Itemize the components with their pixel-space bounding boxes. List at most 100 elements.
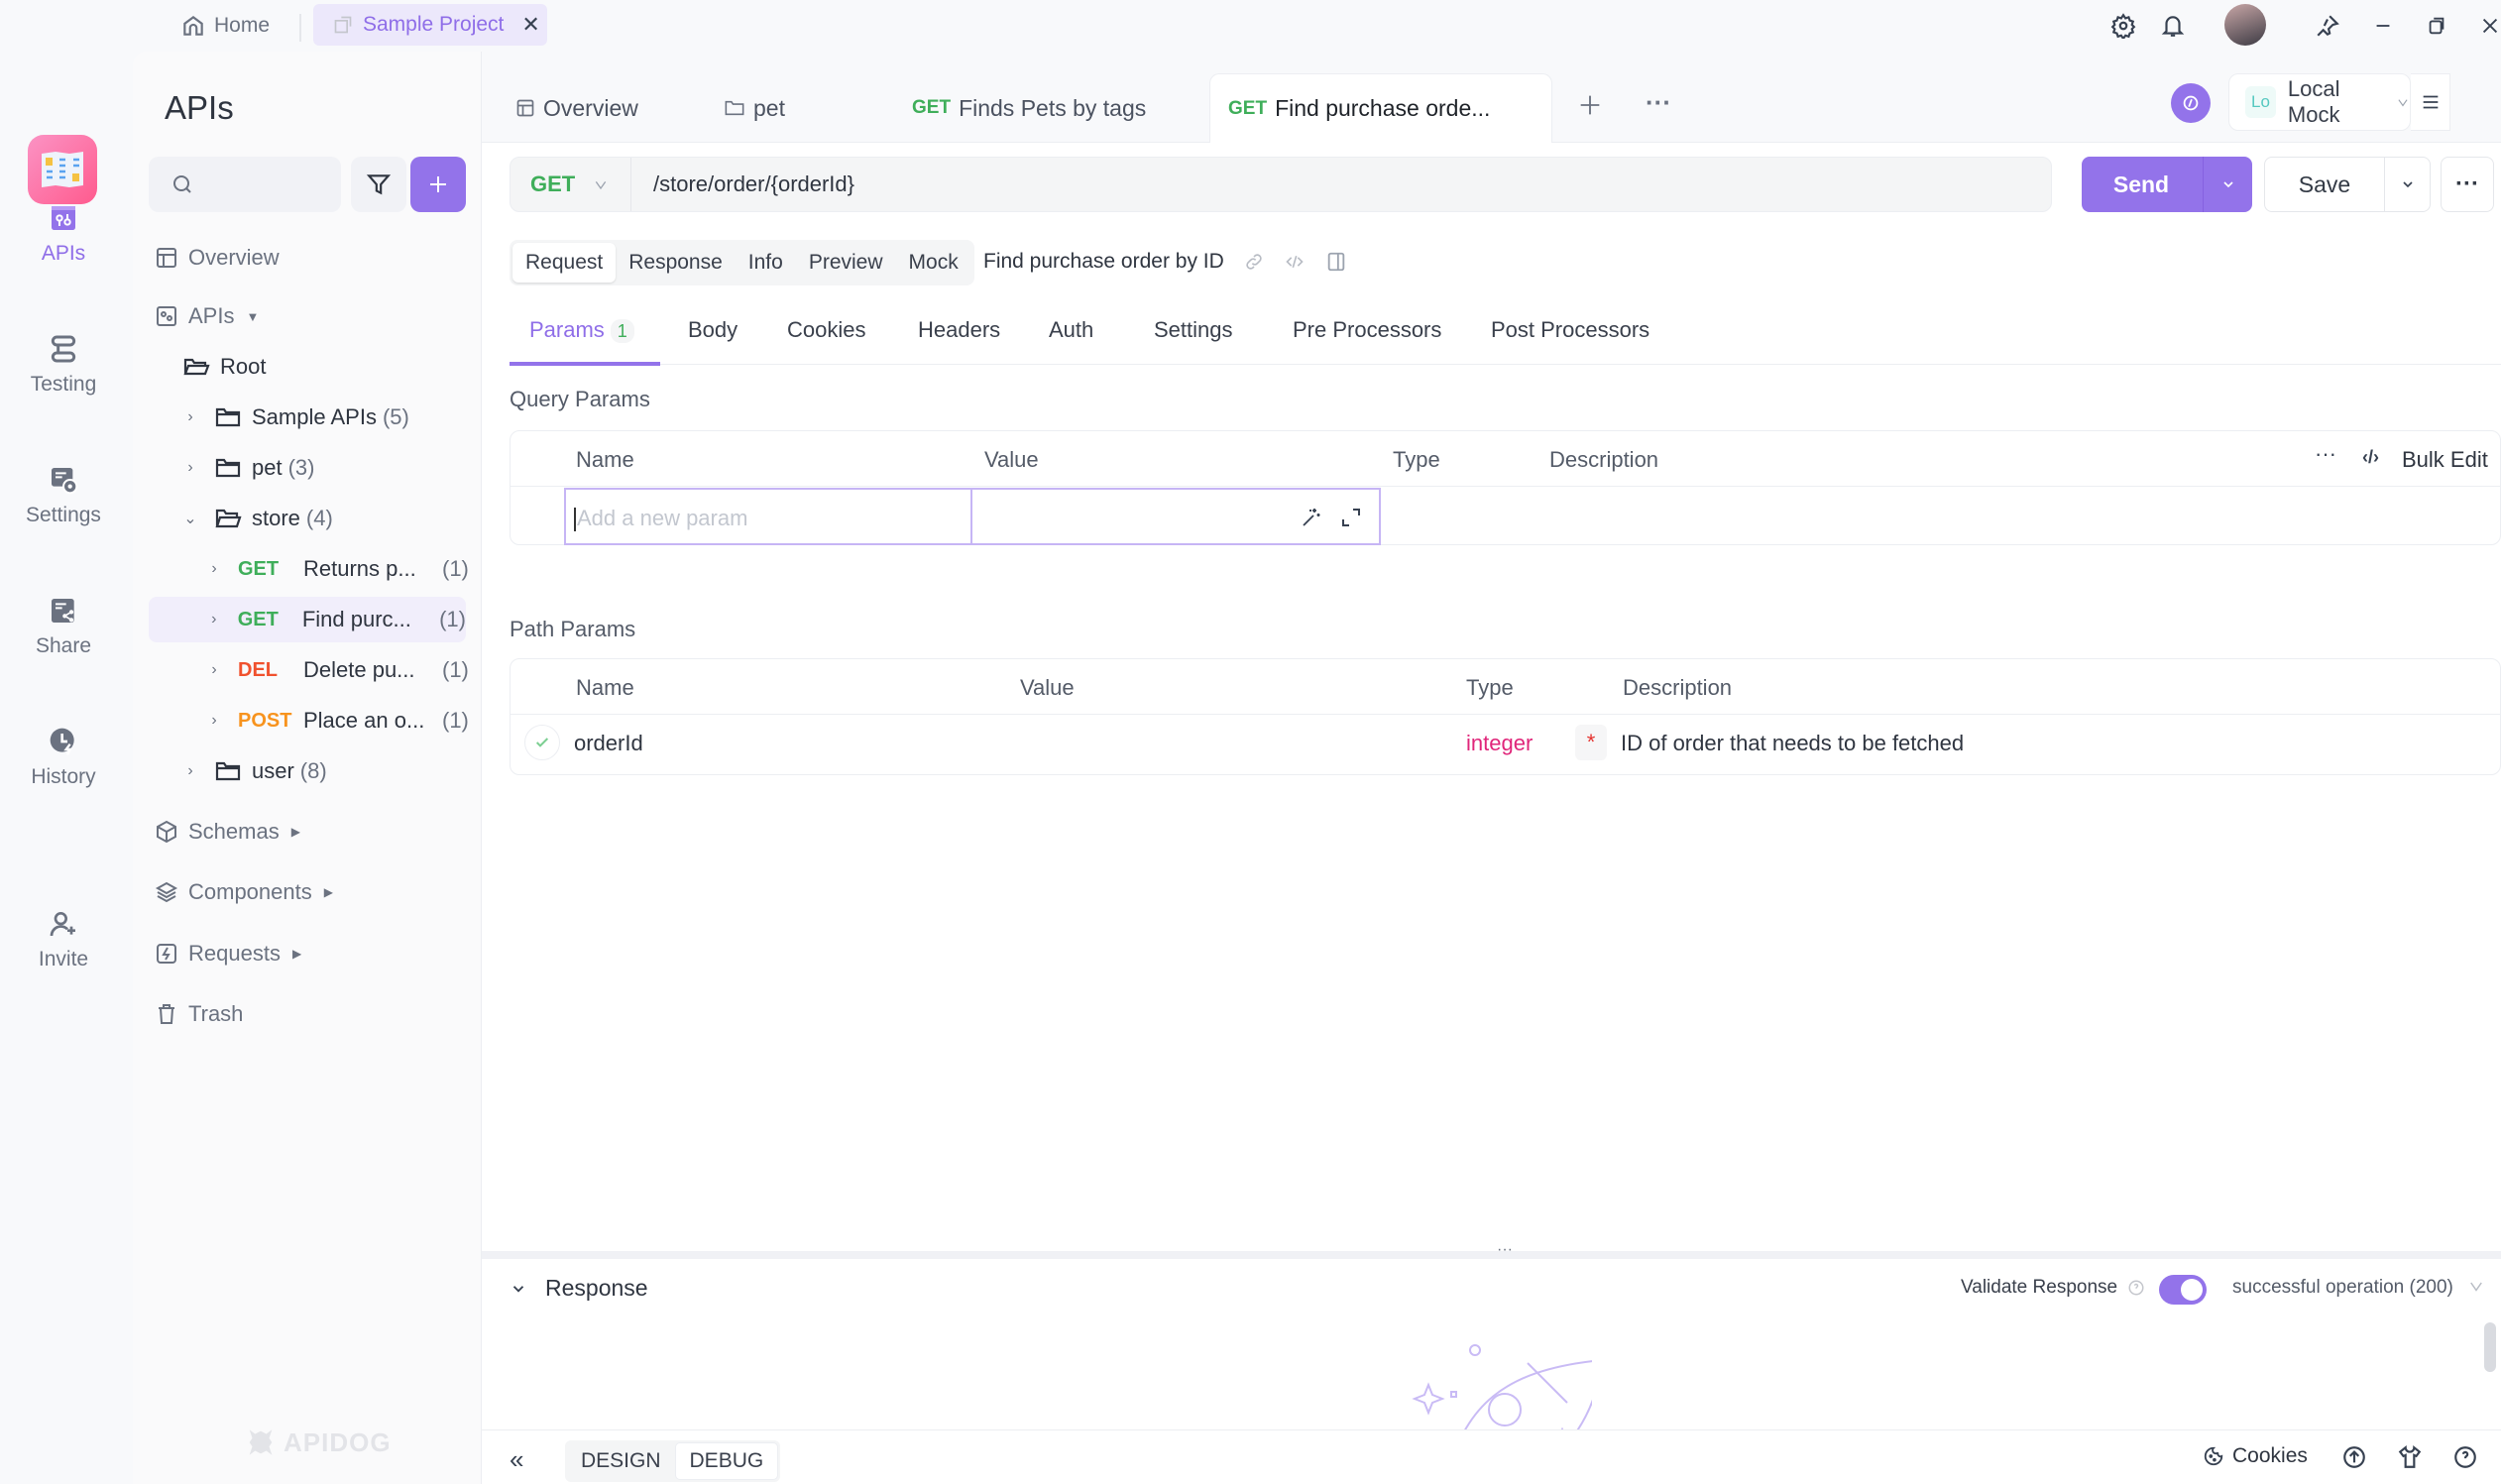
tree-item-overview[interactable]: Overview [155, 235, 472, 281]
close-window-button[interactable] [2472, 8, 2501, 44]
tree-item-requests[interactable]: Requests ▶ [155, 931, 472, 976]
subtab-body[interactable]: Body [688, 317, 738, 343]
rail-item-share[interactable]: Share [0, 595, 127, 658]
help-button[interactable] [2452, 1444, 2478, 1470]
debug-mode-button[interactable]: DEBUG [674, 1442, 779, 1480]
tree-item-apis[interactable]: APIs ▼ [155, 293, 472, 339]
tree-item-schemas[interactable]: Schemas ▶ [155, 809, 472, 855]
add-button[interactable] [410, 157, 466, 212]
testing-icon [51, 335, 76, 363]
validate-response-toggle[interactable] [2159, 1275, 2207, 1305]
mode-tab-info[interactable]: Info [736, 243, 796, 283]
tree-endpoint[interactable]: › GET Returns p... (1) [202, 546, 482, 592]
rail-item-history[interactable]: History [0, 726, 127, 789]
tree-search-input[interactable] [149, 157, 341, 212]
tree-count: (1) [442, 556, 469, 581]
more-actions-button[interactable]: ··· [2441, 157, 2494, 212]
mode-tab-request[interactable]: Request [512, 243, 617, 283]
param-description[interactable]: ID of order that needs to be fetched [1621, 731, 1964, 756]
env-menu-button[interactable] [2411, 73, 2450, 131]
save-options-button[interactable] [2384, 158, 2430, 211]
new-param-value-input[interactable] [972, 488, 1381, 545]
new-param-name-input[interactable]: Add a new param [564, 488, 972, 545]
pin-button[interactable] [2310, 8, 2345, 44]
restore-button[interactable] [2419, 8, 2454, 44]
param-name[interactable]: orderId [574, 731, 643, 756]
enabled-checkbox[interactable] [524, 725, 560, 760]
response-header[interactable]: Response [510, 1275, 648, 1302]
url-input[interactable]: /store/order/{orderId} [653, 171, 854, 197]
rail-item-settings[interactable]: Settings [0, 464, 127, 527]
scrollbar[interactable] [2484, 1322, 2496, 1372]
required-marker[interactable]: * [1575, 725, 1607, 760]
mode-tab-mock[interactable]: Mock [896, 243, 971, 283]
subtab-pre-processors[interactable]: Pre Processors [1293, 317, 1441, 343]
magic-wand-icon[interactable] [1300, 506, 1323, 529]
cookies-button[interactable]: Cookies [2203, 1444, 2308, 1468]
method-select[interactable]: GET [511, 158, 631, 211]
bulk-edit-button[interactable]: Bulk Edit [2402, 447, 2488, 473]
rail-item-testing[interactable]: Testing [0, 333, 127, 397]
rail-item-invite[interactable]: Invite [0, 908, 127, 971]
code-icon[interactable] [1284, 252, 1306, 272]
subtab-settings[interactable]: Settings [1154, 317, 1233, 343]
tree-item-root[interactable]: Root [182, 344, 500, 390]
notifications-button[interactable] [2155, 8, 2191, 44]
subtab-headers[interactable]: Headers [918, 317, 1000, 343]
history-icon [50, 728, 74, 755]
panel-resizer[interactable]: ··· [482, 1241, 2501, 1259]
expand-icon[interactable] [1339, 506, 1363, 529]
home-tab[interactable]: Home [180, 10, 270, 42]
response-select[interactable]: successful operation (200) [2232, 1277, 2485, 1299]
rail-item-apis[interactable]: APIs [0, 202, 127, 266]
filter-button[interactable] [351, 157, 406, 212]
environment-select[interactable]: Lo Local Mock [2228, 73, 2411, 131]
new-tab-button[interactable] [1576, 91, 1604, 119]
subtab-auth[interactable]: Auth [1049, 317, 1093, 343]
tree-endpoint[interactable]: › DEL Delete pu... (1) [202, 647, 482, 693]
invite-icon [50, 912, 75, 937]
mode-tab-preview[interactable]: Preview [796, 243, 896, 283]
save-button[interactable]: Save [2264, 157, 2431, 212]
settings-gear-button[interactable] [2105, 8, 2141, 44]
close-tab-icon[interactable]: ✕ [521, 12, 539, 38]
subtab-post-processors[interactable]: Post Processors [1491, 317, 1649, 343]
tree-endpoint[interactable]: › POST Place an o... (1) [202, 698, 482, 743]
col-value: Value [984, 447, 1039, 472]
tab-overview[interactable]: Overview [515, 73, 694, 143]
tab-pet[interactable]: pet [724, 73, 882, 143]
rail-label: APIs [41, 242, 86, 265]
query-params-title: Query Params [510, 387, 650, 411]
upload-button[interactable] [2341, 1444, 2367, 1470]
env-label: Local Mock [2287, 76, 2340, 127]
minimize-button[interactable] [2365, 8, 2401, 44]
project-tab[interactable]: Sample Project ✕ [313, 4, 547, 46]
send-button[interactable]: Send [2082, 157, 2252, 212]
tree-folder-user[interactable]: › user (8) [178, 748, 496, 794]
subtab-cookies[interactable]: Cookies [787, 317, 865, 343]
subtab-params[interactable]: Params 1 [529, 317, 634, 343]
tree-endpoint-selected[interactable]: › GET Find purc... (1) [149, 597, 466, 642]
map-book-icon [42, 152, 83, 187]
home-icon [183, 15, 203, 36]
column-options-button[interactable]: ··· [2315, 441, 2336, 467]
sync-button[interactable] [2171, 83, 2211, 123]
mode-tab-response[interactable]: Response [616, 243, 736, 283]
collapse-sidebar-button[interactable]: « [510, 1444, 523, 1475]
tree-item-trash[interactable]: Trash [155, 991, 472, 1037]
panel-toggle-icon[interactable] [1325, 251, 1347, 273]
tree-folder-pet[interactable]: › pet (3) [178, 445, 496, 491]
design-mode-button[interactable]: DESIGN [567, 1442, 675, 1480]
theme-button[interactable] [2397, 1444, 2423, 1470]
tab-finds-pets-by-tags[interactable]: GET Finds Pets by tags [912, 73, 1229, 143]
tabs-more-button[interactable]: ··· [1646, 87, 1671, 118]
tab-find-purchase-order[interactable]: GET Find purchase orde... [1209, 73, 1552, 143]
send-options-button[interactable] [2203, 157, 2252, 212]
tree-folder-sample-apis[interactable]: › Sample APIs (5) [178, 395, 496, 440]
user-avatar[interactable] [2224, 4, 2266, 46]
param-type[interactable]: integer [1466, 731, 1533, 756]
help-icon[interactable] [2127, 1279, 2145, 1297]
link-icon[interactable] [1244, 252, 1264, 272]
tree-item-components[interactable]: Components ▶ [155, 869, 472, 915]
tree-folder-store[interactable]: ⌄ store (4) [178, 496, 496, 541]
